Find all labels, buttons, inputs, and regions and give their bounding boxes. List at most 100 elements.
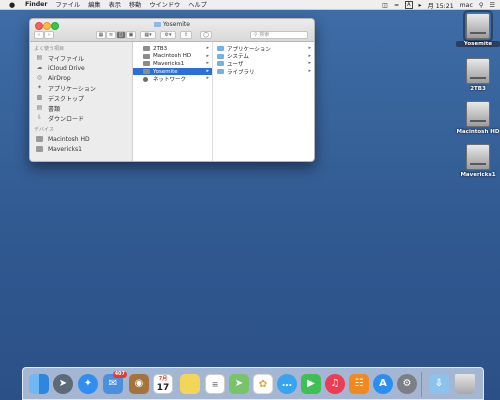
window-title-text: Yosemite: [163, 21, 190, 28]
menubar-status-area: ◫ ≈ A ▸ 月 15:21 mac ⚲ ☰: [382, 0, 495, 10]
column-row-library[interactable]: ライブラリ ▸: [213, 68, 314, 76]
reminders-icon[interactable]: ≡: [205, 374, 225, 394]
cloud-icon: ☁: [36, 64, 43, 71]
menu-edit[interactable]: 編集: [88, 0, 100, 9]
safari-icon[interactable]: ✦: [78, 374, 98, 394]
chevron-right-icon: ▸: [206, 52, 209, 59]
appstore-icon[interactable]: A: [373, 374, 393, 394]
column-row-macintosh-hd[interactable]: Macintosh HD ▸: [133, 53, 212, 61]
downloads-icon: ⇩: [36, 114, 43, 121]
share-button[interactable]: ⇧: [180, 31, 192, 39]
sidebar-item-all-my-files[interactable]: ▤ マイファイル: [30, 53, 132, 63]
desktop-icon-macintosh-hd[interactable]: Macintosh HD: [456, 101, 500, 135]
hard-disk-icon: [143, 53, 150, 59]
volume-icon[interactable]: ▸: [419, 2, 422, 9]
apple-menu-icon[interactable]: ●: [7, 1, 17, 9]
mail-icon[interactable]: ✉ 407: [103, 371, 127, 394]
sidebar-favorites-header: よく使う項目: [34, 46, 65, 52]
input-method-icon[interactable]: A: [405, 1, 413, 9]
chevron-right-icon: ▸: [206, 75, 209, 82]
action-gear-button[interactable]: ⚙▾: [160, 31, 176, 39]
hard-disk-icon: [36, 136, 43, 142]
menu-go[interactable]: 移動: [129, 0, 141, 9]
chevron-right-icon: ▸: [206, 60, 209, 67]
column-view-button[interactable]: ◫: [116, 31, 126, 39]
sidebar-item-label: AirDrop: [48, 74, 71, 82]
menu-finder[interactable]: Finder: [25, 1, 47, 8]
desktop-icon-mavericks1[interactable]: Mavericks1: [456, 144, 500, 178]
coverflow-view-button[interactable]: ▣: [126, 31, 136, 39]
system-preferences-icon[interactable]: ⚙: [397, 374, 417, 394]
finder-icon[interactable]: [29, 374, 49, 394]
hard-disk-icon: [466, 144, 490, 170]
facetime-icon[interactable]: ▶: [301, 374, 321, 394]
hard-disk-icon: [463, 10, 493, 42]
sidebar-item-icloud-drive[interactable]: ☁ iCloud Drive: [30, 63, 132, 73]
forward-button[interactable]: ›: [44, 31, 54, 39]
all-files-icon: ▤: [36, 54, 43, 61]
notes-icon[interactable]: [180, 374, 200, 394]
menu-window[interactable]: ウインドウ: [149, 0, 180, 9]
menu-view[interactable]: 表示: [109, 0, 121, 9]
tags-button[interactable]: ◯: [200, 31, 212, 39]
sidebar-item-downloads[interactable]: ⇩ ダウンロード: [30, 113, 132, 123]
network-icon: [143, 76, 148, 82]
column-row-network[interactable]: ネットワーク ▸: [133, 75, 212, 83]
applications-icon: ✦: [36, 84, 43, 91]
calendar-icon[interactable]: 7月 17: [153, 374, 173, 394]
desktop-icon-yosemite[interactable]: Yosemite: [456, 10, 500, 47]
sidebar-item-label: Macintosh HD: [48, 135, 90, 143]
menu-help[interactable]: ヘルプ: [188, 0, 207, 9]
chevron-right-icon: ▸: [308, 45, 311, 51]
hard-disk-icon: [466, 101, 490, 127]
sidebar-item-desktop[interactable]: ▩ デスクトップ: [30, 93, 132, 103]
chevron-right-icon: ▸: [206, 67, 209, 74]
trash-icon[interactable]: [455, 374, 475, 394]
sidebar-item-documents[interactable]: ▤ 書類: [30, 103, 132, 113]
sidebar-item-mavericks1[interactable]: Mavericks1: [30, 144, 132, 154]
sidebar-item-applications[interactable]: ✦ アプリケーション: [30, 83, 132, 93]
list-view-button[interactable]: ≡: [106, 31, 116, 39]
folder-icon: [217, 53, 224, 59]
sidebar-devices-header: デバイス: [34, 127, 54, 133]
contacts-icon[interactable]: ◉: [129, 374, 149, 394]
sidebar-item-label: Mavericks1: [48, 145, 82, 153]
icon-view-button[interactable]: ▦: [96, 31, 106, 39]
airplay-icon[interactable]: ◫: [382, 2, 388, 9]
search-field[interactable]: ⚲ 検索: [250, 31, 308, 39]
downloads-folder-icon[interactable]: ⇩: [429, 374, 449, 394]
row-label: Mavericks1: [153, 60, 185, 67]
maps-icon[interactable]: ➤: [229, 374, 249, 394]
menubar-clock[interactable]: 月 15:21: [428, 1, 454, 10]
sidebar-item-macintosh-hd[interactable]: Macintosh HD: [30, 134, 132, 144]
messages-icon[interactable]: …: [277, 374, 297, 394]
menu-file[interactable]: ファイル: [55, 0, 80, 9]
wifi-icon[interactable]: ≈: [394, 2, 399, 9]
airdrop-icon: ◎: [36, 74, 43, 81]
chevron-right-icon: ▸: [308, 52, 311, 59]
column-browser-1: 2TB3 ▸ Macintosh HD ▸ Mavericks1 ▸ Yosemite…: [133, 42, 213, 161]
photos-icon[interactable]: ✿: [253, 374, 273, 394]
column-row-2tb3[interactable]: 2TB3 ▸: [133, 45, 212, 53]
row-label: Macintosh HD: [153, 53, 192, 60]
arrange-button[interactable]: ▦▾: [140, 31, 156, 39]
itunes-icon[interactable]: ♫: [325, 374, 345, 394]
finder-window: Yosemite ‹ › ▦ ≡ ◫ ▣ ▦▾ ⚙▾ ⇧ ◯ ⚲ 検索 よく使う…: [29, 18, 315, 162]
documents-icon: ▤: [36, 104, 43, 111]
chevron-right-icon: ▸: [308, 67, 311, 74]
desktop-icon-label: Mavericks1: [460, 172, 496, 178]
ibooks-icon[interactable]: ☷: [349, 374, 369, 394]
launchpad-icon[interactable]: ➤: [53, 374, 73, 394]
menubar-user[interactable]: mac: [460, 2, 473, 9]
row-label: ライブラリ: [227, 69, 255, 76]
column-row-mavericks1[interactable]: Mavericks1 ▸: [133, 60, 212, 68]
window-title: Yosemite: [30, 21, 314, 28]
notification-center-icon[interactable]: ☰: [489, 2, 495, 9]
chevron-right-icon: ▸: [206, 45, 209, 51]
spotlight-icon[interactable]: ⚲: [479, 2, 484, 9]
back-button[interactable]: ‹: [34, 31, 44, 39]
desktop-icon-2tb3[interactable]: 2TB3: [456, 58, 500, 92]
sidebar-item-airdrop[interactable]: ◎ AirDrop: [30, 73, 132, 83]
hard-disk-icon: [466, 58, 490, 84]
sidebar-item-label: デスクトップ: [48, 95, 85, 103]
